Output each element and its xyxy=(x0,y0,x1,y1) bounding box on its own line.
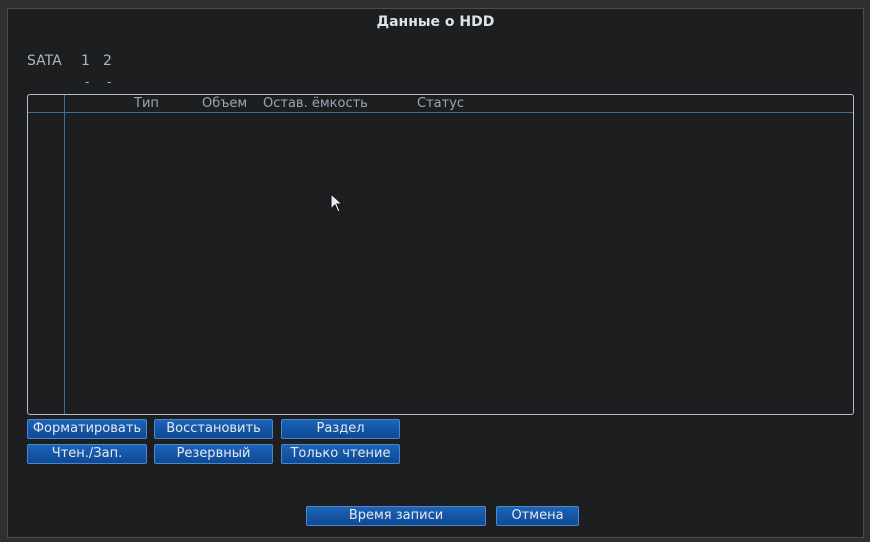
sata-disk-2[interactable]: 2 xyxy=(103,53,125,73)
record-time-button[interactable]: Время записи xyxy=(306,506,486,526)
column-status: Статус xyxy=(417,96,465,111)
read-only-button[interactable]: Только чтение xyxy=(281,444,400,464)
table-column-divider xyxy=(64,95,65,414)
column-capacity: Объем xyxy=(202,96,248,111)
partition-button[interactable]: Раздел xyxy=(281,419,400,439)
column-remaining: Остав. ёмкость xyxy=(263,96,368,111)
hdd-table[interactable]: Тип Объем Остав. ёмкость Статус xyxy=(27,94,854,415)
sata-label: SATA xyxy=(27,53,62,69)
sata-disk-1[interactable]: 1 xyxy=(81,53,103,73)
sata-disk-1-status: - xyxy=(85,75,90,89)
sata-disk-2-status: - xyxy=(107,75,112,89)
cancel-button[interactable]: Отмена xyxy=(496,506,579,526)
column-type: Тип xyxy=(134,96,159,111)
window-title: Данные о HDD xyxy=(376,14,495,30)
hdd-info-window: Данные о HDD SATA 1 2 - - Тип Объем Оста… xyxy=(7,8,864,538)
sata-status-row: - - xyxy=(85,75,129,89)
table-header: Тип Объем Остав. ёмкость Статус xyxy=(28,95,853,113)
backup-button[interactable]: Резервный xyxy=(154,444,273,464)
restore-button[interactable]: Восстановить xyxy=(154,419,273,439)
sata-disk-row: SATA 1 2 xyxy=(27,53,125,73)
format-button[interactable]: Форматировать xyxy=(27,419,147,439)
read-write-button[interactable]: Чтен./Зап. xyxy=(27,444,147,464)
mouse-pointer-icon xyxy=(330,193,344,213)
